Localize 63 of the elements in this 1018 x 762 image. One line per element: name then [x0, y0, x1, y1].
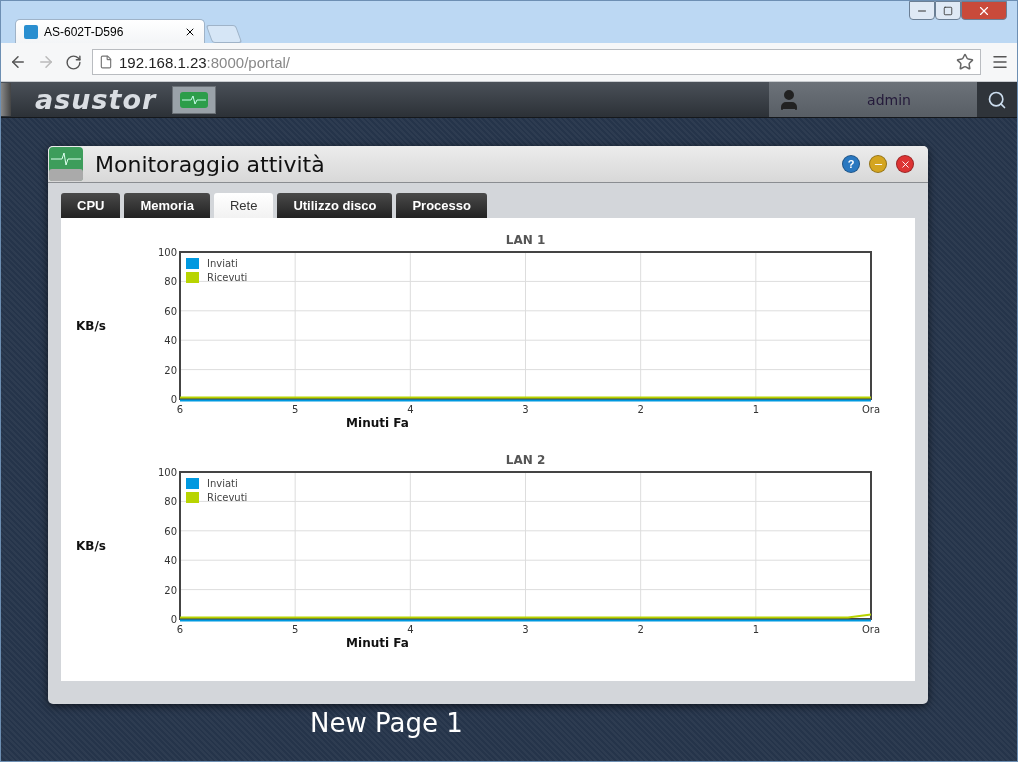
y-tick-label: 40: [164, 335, 177, 347]
y-tick-label: 20: [164, 364, 177, 376]
close-button[interactable]: [961, 1, 1007, 20]
x-tick-label: Ora: [861, 404, 881, 415]
x-tick-label: 3: [522, 404, 529, 415]
y-tick-label: 60: [164, 305, 177, 317]
maximize-icon: [943, 5, 953, 16]
x-tick-label: 5: [292, 404, 299, 415]
reload-icon[interactable]: [65, 53, 82, 71]
minimize-button[interactable]: [909, 1, 935, 20]
x-tick-label: 2: [637, 404, 644, 415]
y-tick-label: 20: [164, 584, 177, 596]
y-tick-label: 80: [164, 496, 177, 508]
close-icon: [899, 158, 911, 170]
tab[interactable]: Utilizzo disco: [277, 193, 393, 218]
address-field[interactable]: 192.168.1.23:8000/portal/: [92, 49, 981, 75]
x-tick-label: 1: [752, 624, 759, 635]
x-tick-label: 4: [407, 404, 414, 415]
back-icon[interactable]: [9, 53, 27, 71]
help-button[interactable]: ?: [842, 155, 860, 173]
tab[interactable]: CPU: [61, 193, 121, 218]
legend-label: Inviati: [207, 478, 238, 489]
x-tick-label: 6: [176, 624, 184, 635]
chart-title: LAN 1: [505, 233, 546, 247]
x-tick-label: 5: [292, 624, 299, 635]
app-button[interactable]: [172, 85, 217, 114]
tab[interactable]: Processo: [396, 193, 487, 218]
y-tick-label: 60: [164, 525, 177, 537]
y-axis-label: KB/s: [76, 319, 106, 333]
window-title: Monitoraggio attività: [95, 151, 326, 177]
search-icon: [987, 89, 1007, 110]
y-tick-label: 0: [170, 614, 177, 625]
x-tick-label: 2: [637, 624, 644, 635]
browser-tab[interactable]: AS-602T-D596: [15, 19, 205, 43]
x-axis-label: Minuti Fa: [346, 416, 409, 430]
tab[interactable]: Rete: [213, 193, 274, 218]
site-icon: [24, 24, 38, 39]
monitor-icon: [179, 90, 210, 109]
star-icon[interactable]: [956, 53, 974, 71]
menu-icon[interactable]: [991, 53, 1009, 71]
x-tick-label: 3: [522, 624, 529, 635]
x-tick-label: Ora: [861, 624, 881, 635]
x-axis-label: Minuti Fa: [346, 636, 409, 650]
monitor-icon: [49, 147, 83, 181]
x-tick-label: 1: [752, 404, 759, 415]
tab[interactable]: Memoria: [124, 193, 210, 218]
y-tick-label: 0: [170, 394, 177, 405]
legend-label: Inviati: [207, 258, 238, 269]
chart-title: LAN 2: [505, 453, 546, 467]
y-tick-label: 40: [164, 555, 177, 567]
y-tick-label: 100: [157, 247, 177, 258]
logo: asustor: [35, 84, 157, 115]
legend-label: Ricevuti: [207, 492, 248, 503]
dock-handle[interactable]: [1, 83, 11, 116]
desktop-label: New Page 1: [310, 708, 464, 738]
y-axis-label: KB/s: [76, 539, 106, 553]
maximize-button[interactable]: [935, 1, 961, 20]
y-tick-label: 100: [157, 467, 177, 478]
y-tick-label: 80: [164, 276, 177, 288]
x-tick-label: 6: [176, 404, 184, 415]
page-icon: [99, 55, 113, 69]
x-tick-label: 4: [407, 624, 414, 635]
legend-label: Ricevuti: [207, 272, 248, 283]
